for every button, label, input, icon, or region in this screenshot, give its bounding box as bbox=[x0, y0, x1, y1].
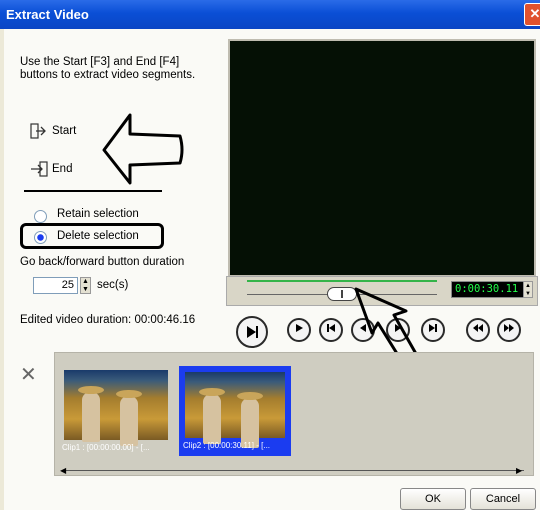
timecode-display[interactable]: 0:00:30.11 bbox=[451, 281, 531, 298]
end-button[interactable]: End bbox=[30, 159, 110, 179]
duration-label: Go back/forward button duration bbox=[20, 256, 185, 268]
start-label: Start bbox=[52, 125, 77, 137]
dialog-title: Extract Video bbox=[6, 7, 89, 22]
scroll-right-icon[interactable]: ▶ bbox=[516, 466, 522, 475]
close-button[interactable]: ✕ bbox=[524, 3, 540, 26]
timecode-spinner[interactable]: ▲ ▼ bbox=[523, 281, 533, 298]
instructions-text: Use the Start [F3] and End [F4] buttons … bbox=[20, 56, 196, 81]
play-button[interactable] bbox=[287, 318, 311, 342]
clip-thumbnail-2[interactable]: Clip2 : [00:00:30.11] - [... bbox=[179, 366, 291, 456]
fast-forward-button[interactable] bbox=[497, 318, 521, 342]
rewind-icon bbox=[473, 324, 483, 332]
clip-thumbnail-1[interactable]: Clip1 : [00:00:00.00] - [... bbox=[60, 366, 172, 456]
duration-unit: sec(s) bbox=[97, 279, 129, 291]
duration-input[interactable]: 25 bbox=[33, 277, 78, 294]
retain-selection-radio[interactable] bbox=[34, 210, 47, 223]
scroll-left-icon[interactable]: ◀ bbox=[60, 466, 66, 475]
clip-image bbox=[64, 370, 168, 446]
start-button[interactable]: Start bbox=[30, 121, 110, 141]
delete-selection-label: Delete selection bbox=[57, 230, 139, 242]
clip-image bbox=[185, 372, 285, 448]
previous-icon bbox=[327, 324, 335, 332]
previous-button[interactable] bbox=[319, 318, 343, 342]
start-icon bbox=[30, 123, 46, 139]
delete-clip-icon[interactable]: ✕ bbox=[20, 362, 37, 387]
clip-strip-scrollbar[interactable] bbox=[66, 470, 524, 471]
ok-button[interactable]: OK bbox=[400, 488, 466, 510]
selection-track bbox=[247, 280, 437, 282]
annotation-left-arrow bbox=[102, 113, 184, 185]
retain-selection-label: Retain selection bbox=[57, 208, 139, 220]
delete-selection-radio[interactable] bbox=[34, 231, 47, 244]
play-selection-icon bbox=[247, 326, 258, 338]
extract-video-dialog: Extract Video ✕ Use the Start [F3] and E… bbox=[0, 0, 540, 510]
clip-label: Clip2 : [00:00:30.11] - [... bbox=[183, 441, 271, 450]
title-bar: Extract Video ✕ bbox=[0, 0, 540, 29]
play-icon bbox=[296, 324, 303, 332]
video-preview bbox=[228, 39, 536, 277]
end-icon bbox=[31, 161, 48, 177]
fast-forward-icon bbox=[504, 324, 514, 332]
duration-spinner[interactable]: ▲ ▼ bbox=[80, 277, 91, 294]
cancel-button[interactable]: Cancel bbox=[470, 488, 536, 510]
play-selection-button[interactable] bbox=[236, 316, 268, 348]
edited-duration-label: Edited video duration: 00:00:46.16 bbox=[20, 314, 196, 326]
separator-line bbox=[24, 190, 162, 192]
rewind-button[interactable] bbox=[466, 318, 490, 342]
clip-label: Clip1 : [00:00:00.00] - [... bbox=[62, 443, 150, 452]
end-label: End bbox=[52, 163, 73, 175]
